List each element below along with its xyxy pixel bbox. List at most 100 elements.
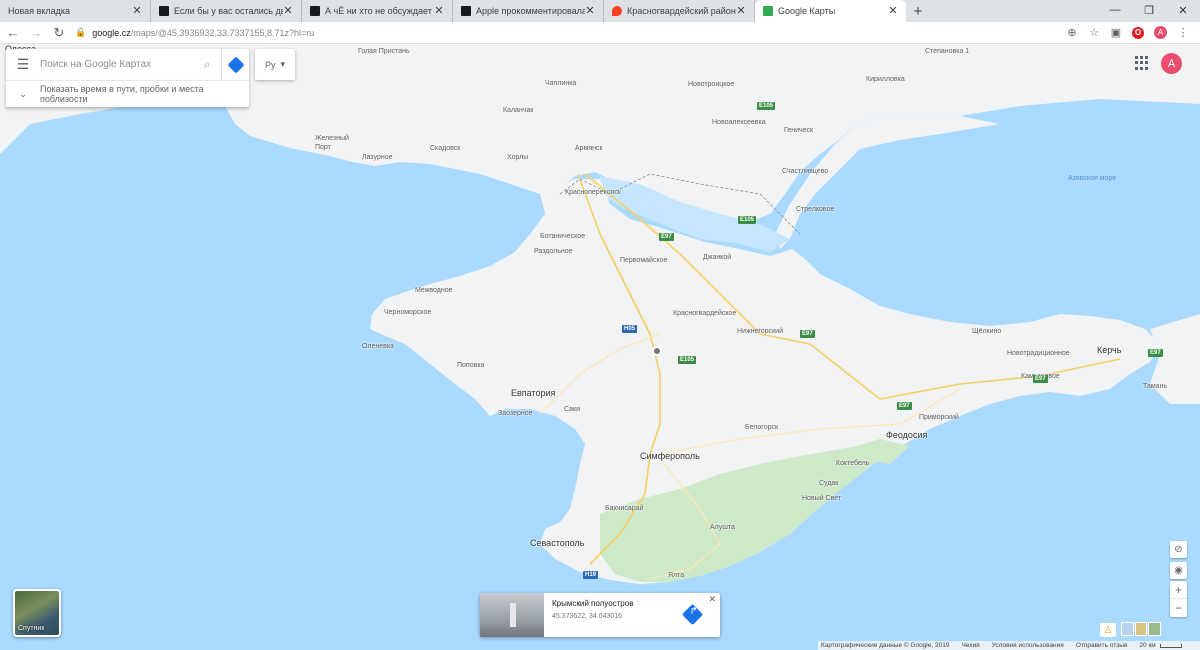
directions-icon[interactable] <box>221 49 249 80</box>
label-chernomorskoe: Черноморское <box>384 309 432 316</box>
layer-thumb-transit[interactable] <box>1121 622 1134 636</box>
travel-time-suggestion[interactable]: ⌄ Показать время в пути, пробки и места п… <box>6 80 249 107</box>
hamburger-menu-icon[interactable]: ☰ <box>6 49 40 80</box>
window-controls: — ❐ ✕ <box>1098 0 1200 22</box>
map-canvas[interactable]: Одесса Голая Пристань Чаплинка Новотроиц… <box>0 44 1200 650</box>
label-krasnogvardeyskoe: Красногвардейское <box>673 310 737 317</box>
label-feodosiya: Феодосия <box>886 430 928 440</box>
label-skadovsk: Скадовск <box>430 145 461 152</box>
layer-thumb-terrain[interactable] <box>1134 622 1148 636</box>
minimize-button[interactable]: — <box>1098 0 1132 20</box>
tab-yandex[interactable]: Красногвардейский район — Я ✕ <box>604 0 755 22</box>
profile-avatar-icon[interactable]: A <box>1154 26 1167 39</box>
address-bar[interactable]: 🔒 google.cz/maps/@45.3936932,33.7337155,… <box>75 23 1061 43</box>
label-sudak: Судак <box>819 480 839 487</box>
tab-title: Apple прокомментировала обс <box>476 6 585 16</box>
reload-icon[interactable]: ↻ <box>49 23 69 43</box>
road-shield-e97: E97 <box>1033 375 1048 383</box>
back-arrow-icon[interactable]: ← <box>3 23 23 43</box>
tab-new-tab[interactable]: Новая вкладка ✕ <box>0 0 151 22</box>
label-simferopol: Симферополь <box>640 451 700 461</box>
scale-bar[interactable]: 20 км <box>1139 642 1182 649</box>
tab-title: Красногвардейский район — Я <box>627 6 736 16</box>
satellite-layer-toggle[interactable]: Спутник <box>13 589 61 637</box>
forward-arrow-icon[interactable]: → <box>26 23 46 43</box>
label-yevpatoriya: Евпатория <box>511 388 556 398</box>
chevron-down-icon[interactable]: ⌄ <box>6 89 40 100</box>
zoom-in-button[interactable]: + <box>1170 581 1187 599</box>
place-info-card[interactable]: Крымский полуостров 45.373622, 34.043016… <box>480 593 720 637</box>
label-novotroitskoe: Новотроицкое <box>688 81 735 88</box>
close-window-button[interactable]: ✕ <box>1166 0 1200 20</box>
label-novyi-svet: Новый Свет <box>802 495 842 502</box>
label-kerch: Керчь <box>1097 345 1122 355</box>
tab-close-icon[interactable]: ✕ <box>736 6 746 17</box>
apps-grid-icon[interactable] <box>1135 56 1149 70</box>
my-location-icon[interactable]: ◉ <box>1170 562 1187 579</box>
label-saki: Саки <box>564 406 580 413</box>
label-primorsky: Приморский <box>919 414 959 421</box>
search-input[interactable]: Поиск на Google Картах <box>40 49 193 80</box>
directions-button-icon[interactable] <box>681 603 704 626</box>
tab-close-icon[interactable]: ✕ <box>283 6 293 17</box>
cast-icon[interactable]: ▣ <box>1105 23 1127 43</box>
toolbar-icons: ⊕ ☆ ▣ O A ⋮ <box>1061 23 1194 43</box>
label-popovka: Поповка <box>457 362 485 369</box>
map-base-layer <box>0 44 1200 584</box>
pegman-icon[interactable]: ♙ <box>1100 623 1116 637</box>
label-nizhnegorsky: Нижнегорский <box>737 328 783 335</box>
account-avatar[interactable]: A <box>1161 53 1182 74</box>
tab-close-icon[interactable]: ✕ <box>434 6 444 17</box>
tab-article-3[interactable]: Apple прокомментировала обс ✕ <box>453 0 604 22</box>
tab-close-icon[interactable]: ✕ <box>132 6 142 17</box>
maximize-button[interactable]: ❐ <box>1132 0 1166 20</box>
terms-link[interactable]: Условия использования <box>992 642 1064 649</box>
road-shield-e105: E105 <box>738 216 757 224</box>
search-icon[interactable]: ⌕ <box>193 57 221 72</box>
place-info: Крымский полуостров 45.373622, 34.043016 <box>544 593 641 637</box>
place-photo[interactable] <box>480 593 544 637</box>
tab-google-maps[interactable]: Google Карты ✕ <box>755 0 906 22</box>
tab-article-2[interactable]: А чЁ ни хто не обсуждает "бед ✕ <box>302 0 453 22</box>
new-tab-button[interactable]: + <box>906 0 930 22</box>
menu-kebab-icon[interactable]: ⋮ <box>1172 23 1194 43</box>
suggestion-text: Показать время в пути, пробки и места поб… <box>40 84 204 104</box>
google-maps-icon <box>763 6 773 16</box>
label-stepanovka: Степановка 1 <box>925 48 970 55</box>
label-zaozernoe: Заозерное <box>498 410 533 417</box>
tab-title: Google Карты <box>778 6 836 16</box>
label-tamani: Тамань <box>1143 383 1168 390</box>
yandex-pin-icon <box>612 6 622 16</box>
zoom-out-button[interactable]: − <box>1170 599 1187 617</box>
install-app-icon[interactable]: ⊕ <box>1061 23 1083 43</box>
tab-close-icon[interactable]: ✕ <box>888 6 898 17</box>
compass-icon[interactable]: ⊘ <box>1170 541 1187 558</box>
label-shchastlivtsevo: Счастливцево <box>782 168 829 175</box>
attribution: Картографические данные © Google, 2019 <box>821 642 950 649</box>
layer-selector[interactable]: Ру ▾ <box>255 49 295 80</box>
bookmark-star-icon[interactable]: ☆ <box>1083 23 1105 43</box>
map-footer: Картографические данные © Google, 2019 Ч… <box>818 641 1200 650</box>
close-icon[interactable]: ✕ <box>708 594 716 605</box>
tab-article-1[interactable]: Если бы у вас остались два мес ✕ <box>151 0 302 22</box>
opera-extension-icon[interactable]: O <box>1132 26 1144 39</box>
label-strelkovoe: Стрелковое <box>796 206 835 213</box>
tab-title: Новая вкладка <box>8 6 71 16</box>
label-kirillovka: Кирилловка <box>866 76 905 83</box>
layer-thumb-satellite[interactable] <box>1148 622 1162 636</box>
layer-thumbnails <box>1121 622 1162 636</box>
label-olenevka: Оленевка <box>362 343 394 350</box>
tab-close-icon[interactable]: ✕ <box>585 6 595 17</box>
label-yalta: Ялта <box>668 572 685 579</box>
dropped-pin-icon[interactable] <box>652 346 662 356</box>
road-shield-h19: H19 <box>583 571 599 579</box>
road-shield-e105: E105 <box>678 356 697 364</box>
place-title[interactable]: Крымский полуостров <box>552 599 633 608</box>
road-shield-e97: E97 <box>659 233 674 241</box>
tab-title: А чЁ ни хто не обсуждает "бед <box>325 6 434 16</box>
feedback-link[interactable]: Отправить отзыв <box>1076 642 1128 649</box>
tab-favicon <box>310 6 320 16</box>
country-link[interactable]: Чехия <box>961 642 979 649</box>
label-horly: Хорлы <box>507 154 529 161</box>
label-novoalekseevka: Новоалексеевка <box>712 119 766 126</box>
